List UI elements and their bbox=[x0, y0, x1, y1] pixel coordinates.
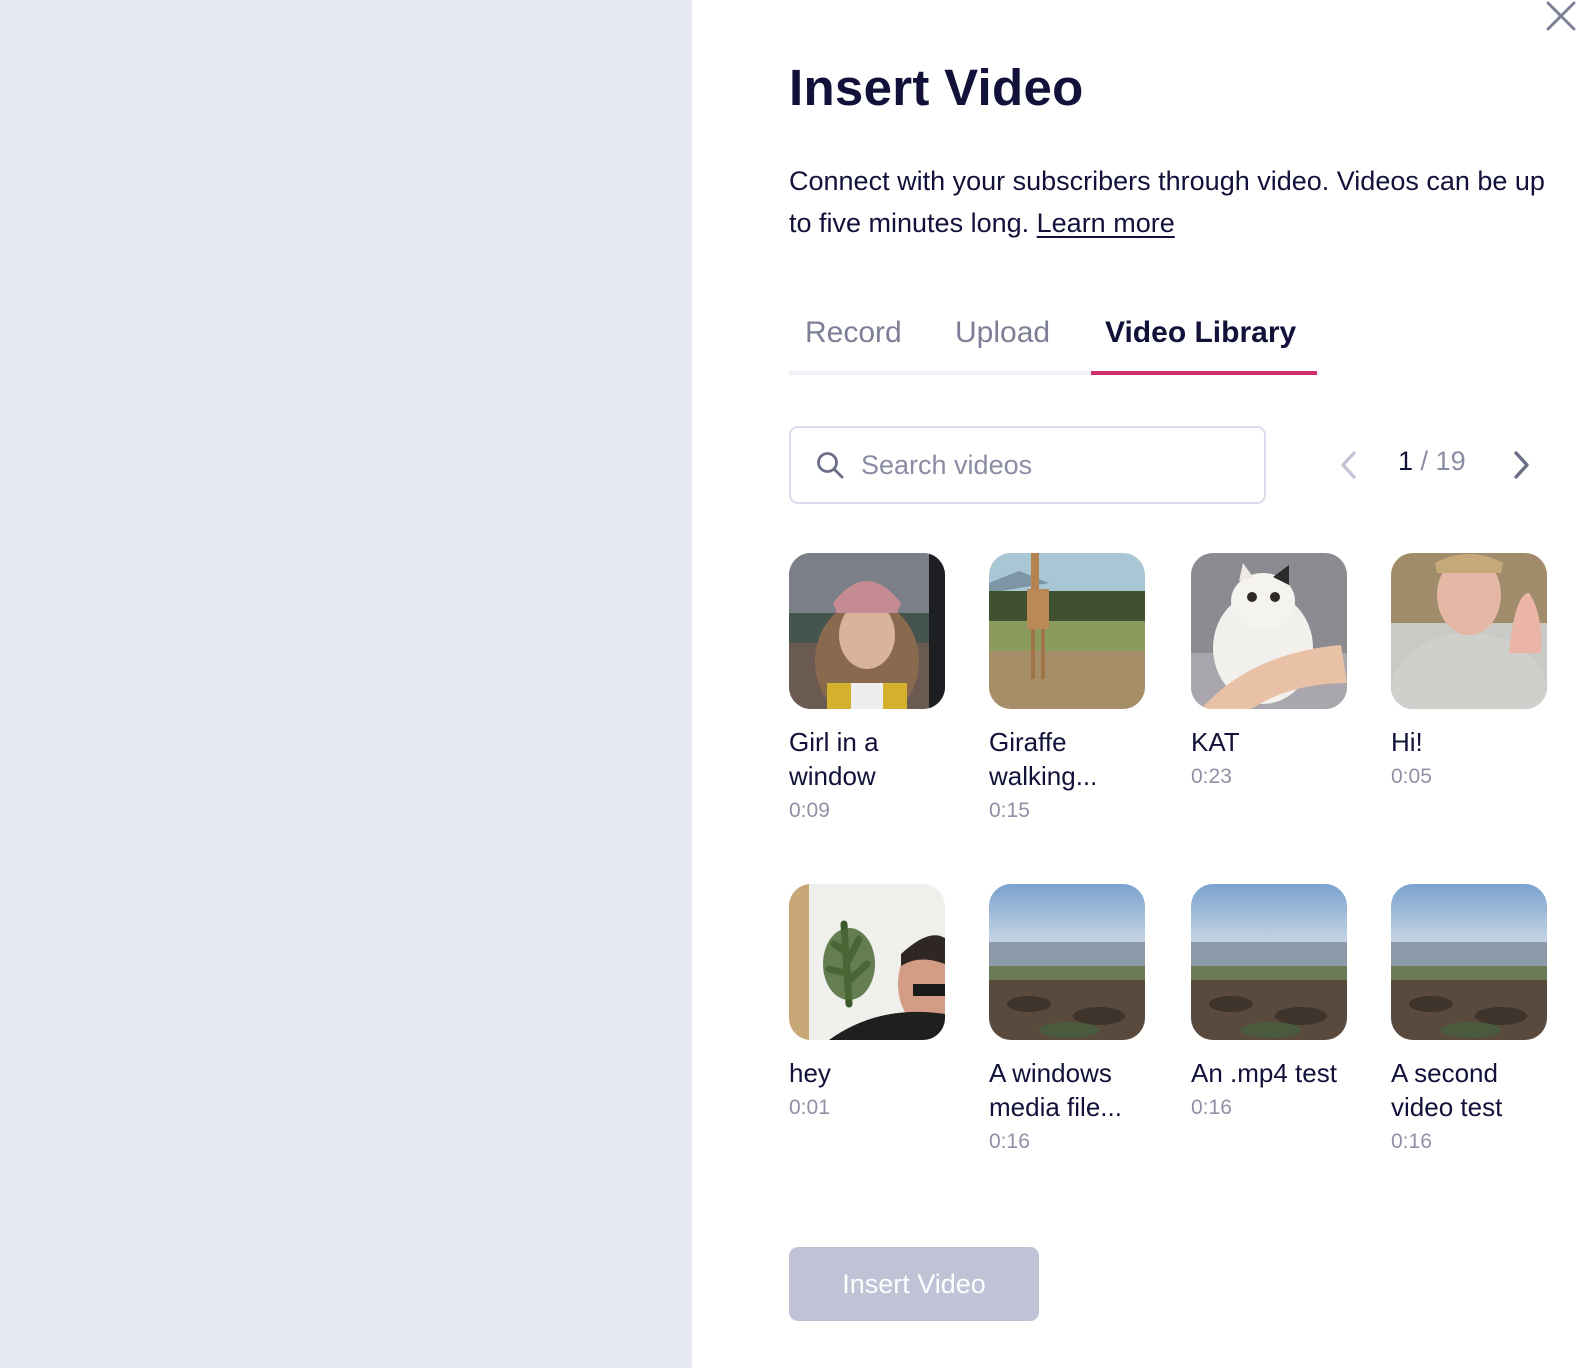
video-title: A windows media file... bbox=[989, 1058, 1122, 1122]
white-cat-image bbox=[1191, 553, 1347, 709]
video-duration: 0:09 bbox=[789, 799, 830, 822]
giraffe-savanna-image bbox=[989, 553, 1145, 709]
video-duration: 0:16 bbox=[989, 1130, 1030, 1153]
video-thumbnail bbox=[989, 884, 1145, 1040]
insert-video-button[interactable]: Insert Video bbox=[789, 1247, 1039, 1321]
close-icon bbox=[1546, 1, 1576, 31]
next-page-button[interactable] bbox=[1506, 448, 1536, 482]
current-page: 1 bbox=[1398, 446, 1414, 476]
video-duration: 0:23 bbox=[1191, 765, 1232, 788]
active-tab-indicator bbox=[1091, 371, 1317, 375]
pagination: 1 / 19 bbox=[1334, 440, 1544, 490]
video-title: hey bbox=[789, 1058, 831, 1088]
page-backdrop bbox=[0, 0, 692, 1368]
video-title: Hi! bbox=[1391, 727, 1423, 757]
video-card[interactable]: An .mp4 test 0:16 bbox=[1191, 884, 1347, 1124]
video-card[interactable]: Giraffe walking... 0:15 bbox=[989, 553, 1145, 827]
video-duration: 0:01 bbox=[789, 1096, 830, 1119]
video-card[interactable]: hey 0:01 bbox=[789, 884, 945, 1124]
video-card[interactable]: KAT 0:23 bbox=[1191, 553, 1347, 793]
learn-more-link[interactable]: Learn more bbox=[1037, 208, 1175, 238]
search-box[interactable] bbox=[789, 426, 1266, 504]
page-counter: 1 / 19 bbox=[1398, 446, 1466, 477]
video-title: KAT bbox=[1191, 727, 1240, 757]
man-with-plant-image bbox=[789, 884, 945, 1040]
video-thumbnail bbox=[1391, 884, 1547, 1040]
rocky-beach-image bbox=[989, 884, 1145, 1040]
total-pages: 19 bbox=[1435, 446, 1466, 476]
video-thumbnail bbox=[989, 553, 1145, 709]
video-card[interactable]: Girl in a window 0:09 bbox=[789, 553, 945, 827]
tab-record[interactable]: Record bbox=[805, 316, 902, 350]
video-title: Girl in a window bbox=[789, 727, 879, 791]
video-duration: 0:16 bbox=[1191, 1096, 1232, 1119]
video-thumbnail bbox=[789, 884, 945, 1040]
video-duration: 0:16 bbox=[1391, 1130, 1432, 1153]
video-duration: 0:05 bbox=[1391, 765, 1432, 788]
modal-title: Insert Video bbox=[789, 59, 1084, 116]
woman-waving-image bbox=[1391, 553, 1547, 709]
video-thumbnail bbox=[1191, 884, 1347, 1040]
tab-upload[interactable]: Upload bbox=[955, 316, 1050, 350]
video-duration: 0:15 bbox=[989, 799, 1030, 822]
chevron-left-icon bbox=[1341, 451, 1356, 479]
close-button[interactable] bbox=[1544, 0, 1578, 32]
search-input[interactable] bbox=[861, 449, 1241, 481]
video-title: Giraffe walking... bbox=[989, 727, 1098, 791]
video-thumbnail bbox=[1191, 553, 1347, 709]
video-thumbnail bbox=[789, 553, 945, 709]
video-title: A second video test bbox=[1391, 1058, 1503, 1122]
video-thumbnail bbox=[1391, 553, 1547, 709]
video-card[interactable]: A second video test 0:16 bbox=[1391, 884, 1547, 1158]
video-card[interactable]: A windows media file... 0:16 bbox=[989, 884, 1145, 1158]
search-icon bbox=[817, 452, 844, 479]
video-card[interactable]: Hi! 0:05 bbox=[1391, 553, 1547, 793]
modal-description: Connect with your subscribers through vi… bbox=[789, 160, 1569, 244]
woman-in-pink-beanie-image bbox=[789, 553, 945, 709]
video-title: An .mp4 test bbox=[1191, 1058, 1337, 1088]
rocky-beach-image bbox=[1391, 884, 1547, 1040]
prev-page-button[interactable] bbox=[1334, 448, 1364, 482]
tab-video-library[interactable]: Video Library bbox=[1105, 316, 1296, 350]
rocky-beach-image bbox=[1191, 884, 1347, 1040]
tab-bar: Record Upload Video Library bbox=[789, 316, 1319, 378]
chevron-right-icon bbox=[1514, 451, 1529, 479]
page-separator: / bbox=[1413, 446, 1436, 476]
